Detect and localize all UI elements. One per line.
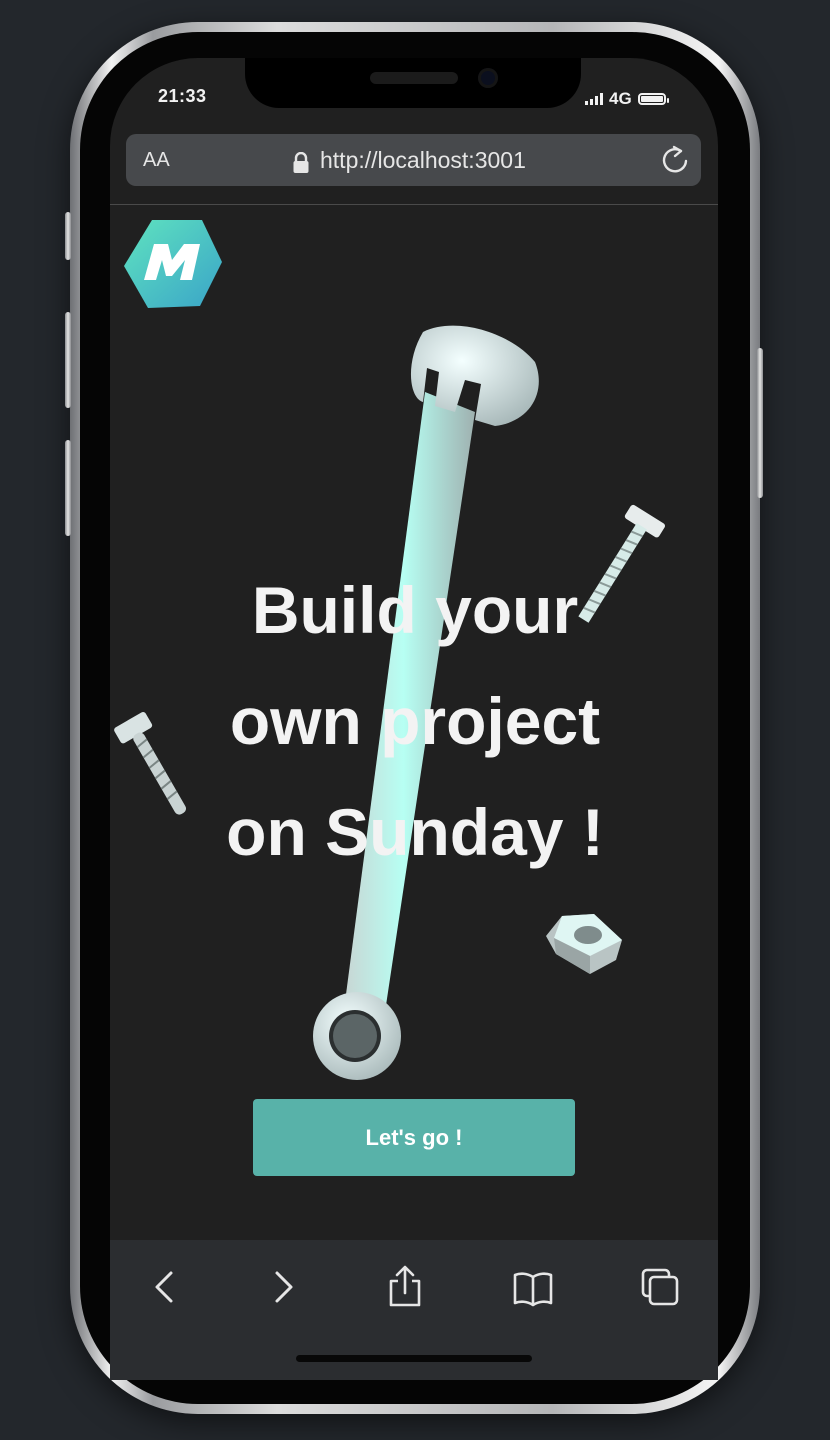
back-icon[interactable] (144, 1265, 188, 1309)
signal-icon (585, 93, 603, 105)
share-icon[interactable] (383, 1265, 427, 1309)
forward-icon[interactable] (260, 1265, 304, 1309)
bolt-illustration (114, 711, 186, 815)
front-camera (478, 68, 498, 88)
power-button (757, 348, 763, 498)
lock-icon (293, 152, 309, 173)
reload-icon[interactable] (659, 143, 691, 177)
headline-line: own project (229, 684, 601, 758)
tabs-icon[interactable] (638, 1265, 682, 1309)
url-text[interactable]: http://localhost:3001 (320, 147, 526, 174)
text-size-button[interactable]: AA (143, 149, 170, 172)
battery-icon (637, 93, 669, 105)
earpiece-speaker (370, 72, 458, 84)
headline-line: on Sunday ! (226, 795, 604, 869)
volume-up-button (65, 312, 71, 408)
bookmarks-icon[interactable] (511, 1265, 555, 1309)
volume-down-button (65, 440, 71, 536)
mute-switch (65, 212, 71, 260)
hero-headline: Build your own project on Sunday ! (190, 555, 640, 888)
network-type: 4G (609, 89, 632, 108)
status-time: 21:33 (158, 86, 207, 106)
browser-divider (110, 204, 718, 205)
status-indicators: 4G (585, 88, 669, 110)
lets-go-button[interactable]: Let's go ! (253, 1099, 575, 1176)
logo-icon[interactable] (122, 216, 224, 312)
text-size-label: AA (143, 149, 170, 171)
headline-line: Build your (251, 573, 579, 647)
nut-illustration (546, 914, 622, 974)
home-indicator[interactable] (296, 1355, 532, 1362)
